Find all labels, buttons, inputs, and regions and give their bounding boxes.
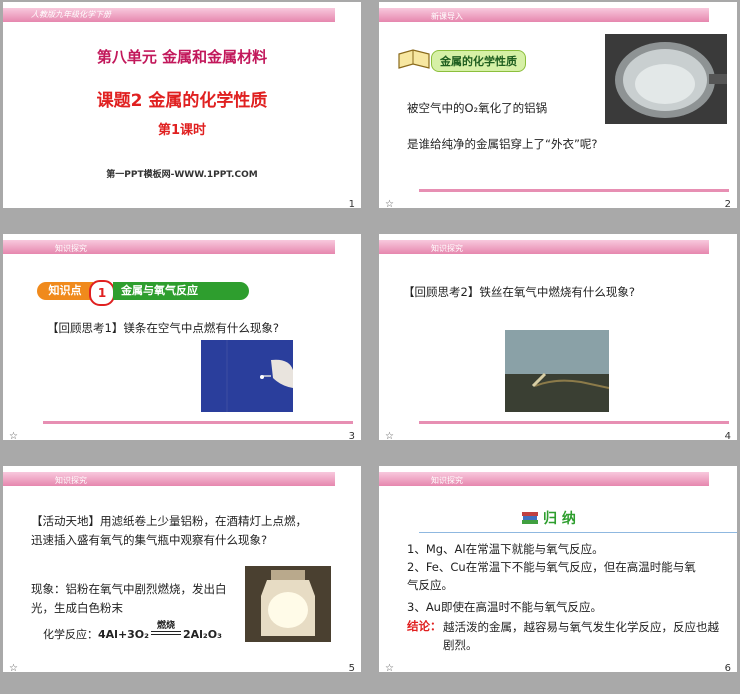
book-title: 人教版九年级化学下册 bbox=[31, 10, 111, 19]
reaction-arrow: 燃烧 bbox=[150, 621, 181, 638]
nav-label: 新课导入 bbox=[431, 12, 463, 21]
slide-6[interactable]: 知识探究 归 纳 1、Mg、Al在常温下就能与氧气反应。 2、Fe、Cu在常温下… bbox=[379, 466, 737, 672]
slide-number: 6 bbox=[724, 663, 731, 672]
header-bar bbox=[379, 8, 709, 22]
summary-heading: 归 纳 bbox=[543, 511, 576, 527]
header-bar bbox=[379, 240, 709, 254]
heading-underline bbox=[419, 532, 737, 533]
summary-point-2: 2、Fe、Cu在常温下不能与氧气反应，但在高温时能与氧气反应。 bbox=[407, 560, 696, 592]
reaction-label: 化学反应： bbox=[43, 628, 98, 641]
summary-point-3: 3、Au即使在高温时不能与氧气反应。 bbox=[407, 600, 602, 614]
slide-number: 1 bbox=[348, 199, 355, 208]
slide-5[interactable]: 知识探究 【活动天地】用滤纸卷上少量铝粉，在酒精灯上点燃，迅速插入盛有氧气的集气… bbox=[3, 466, 361, 672]
star-icon: ☆ bbox=[9, 431, 18, 440]
slide-3[interactable]: 知识探究 知识点 1 金属与氧气反应 【回顾思考1】镁条在空气中点燃有什么现象?… bbox=[3, 234, 361, 440]
slide-2[interactable]: 新课导入 金属的化学性质 被空气中的O₂氧化了的铝锅 是谁给纯净的金属铝穿上了“… bbox=[379, 2, 737, 208]
question-text: 是谁给纯净的金属铝穿上了“外衣”呢? bbox=[407, 137, 598, 151]
period-title: 第1课时 bbox=[157, 123, 207, 138]
magnesium-burning-image bbox=[201, 340, 293, 412]
topic-banner: 金属与氧气反应 bbox=[113, 282, 249, 300]
bottom-line bbox=[419, 421, 729, 424]
header-bar bbox=[3, 472, 335, 486]
knowledge-number: 1 bbox=[89, 280, 115, 306]
unit-title: 第八单元 金属和金属材料 bbox=[96, 48, 268, 66]
reaction-product: 2Al₂O₃ bbox=[182, 628, 222, 641]
knowledge-badge: 知识点 bbox=[37, 282, 93, 300]
nav-label: 知识探究 bbox=[55, 244, 87, 253]
observation-text: 现象：铝粉在氧气中剧烈燃烧，发出白光，生成白色粉末 bbox=[31, 582, 227, 615]
star-icon: ☆ bbox=[9, 663, 18, 672]
nav-label: 知识探究 bbox=[431, 476, 463, 485]
slide-number: 4 bbox=[724, 431, 731, 440]
header-bar bbox=[379, 472, 709, 486]
slide-number: 3 bbox=[348, 431, 355, 440]
activity-text: 【活动天地】用滤纸卷上少量铝粉，在酒精灯上点燃，迅速插入盛有氧气的集气瓶中观察有… bbox=[31, 514, 307, 547]
slide-number: 5 bbox=[348, 663, 355, 672]
nav-label: 知识探究 bbox=[431, 244, 463, 253]
slide-4[interactable]: 知识探究 【回顾思考2】铁丝在氧气中燃烧有什么现象? ☆ 4 bbox=[379, 234, 737, 440]
reaction-equation: 化学反应：4Al+3O₂ 燃烧 2Al₂O₃ bbox=[43, 621, 222, 642]
slide-number: 2 bbox=[724, 199, 731, 208]
lesson-title: 课题2 金属的化学性质 bbox=[96, 91, 268, 111]
aluminum-burning-image bbox=[245, 566, 331, 642]
site-text: 第一PPT模板网-WWW.1PPT.COM bbox=[106, 170, 258, 180]
book-icon bbox=[397, 48, 431, 72]
reaction-reactants: 4Al+3O₂ bbox=[98, 628, 149, 641]
pot-caption: 被空气中的O₂氧化了的铝锅 bbox=[407, 101, 548, 115]
question-text: 【回顾思考1】镁条在空气中点燃有什么现象? bbox=[47, 321, 279, 335]
header-bar bbox=[3, 240, 335, 254]
question-text: 【回顾思考2】铁丝在氧气中燃烧有什么现象? bbox=[403, 285, 635, 299]
star-icon: ☆ bbox=[385, 199, 394, 208]
slide-1[interactable]: 人教版九年级化学下册 第八单元 金属和金属材料 课题2 金属的化学性质 第1课时… bbox=[3, 2, 361, 208]
conclusion-label: 结论： bbox=[407, 619, 442, 633]
summary-point-1: 1、Mg、Al在常温下就能与氧气反应。 bbox=[407, 542, 604, 556]
conclusion-text: 越活泼的金属，越容易与氧气发生化学反应，反应也越剧烈。 bbox=[443, 620, 719, 652]
bottom-line bbox=[419, 189, 729, 192]
topic-label: 金属的化学性质 bbox=[431, 50, 526, 72]
reaction-condition: 燃烧 bbox=[156, 621, 175, 631]
books-icon bbox=[521, 510, 539, 526]
iron-burning-image bbox=[505, 330, 610, 412]
nav-label: 知识探究 bbox=[55, 476, 87, 485]
bottom-line bbox=[43, 421, 353, 424]
star-icon: ☆ bbox=[385, 663, 394, 672]
oxidized-pot-image bbox=[605, 34, 727, 124]
star-icon: ☆ bbox=[385, 431, 394, 440]
